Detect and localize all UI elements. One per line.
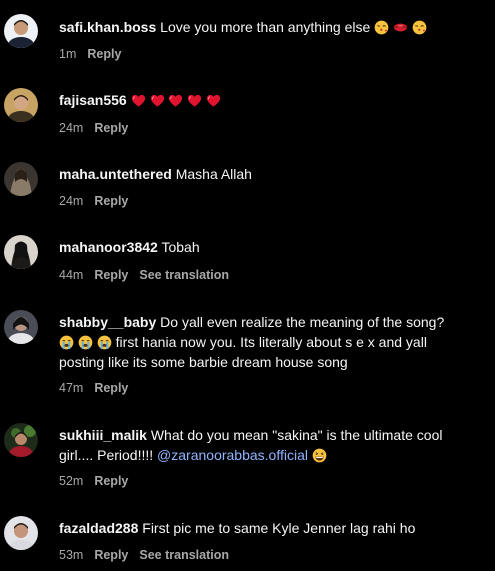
comment-text: Masha Allah bbox=[175, 166, 252, 182]
avatar[interactable] bbox=[4, 162, 38, 196]
crying-face-emoji bbox=[59, 335, 74, 350]
comment-username[interactable]: fazaldad288 bbox=[59, 520, 138, 536]
see-translation-button[interactable]: See translation bbox=[139, 268, 229, 282]
kissing-face-emoji bbox=[412, 20, 427, 35]
red-heart-emoji bbox=[131, 93, 146, 108]
crying-face-emoji bbox=[78, 335, 93, 350]
comment-text: Tobah bbox=[161, 239, 200, 255]
comment-timestamp: 44m bbox=[59, 268, 84, 282]
red-heart-emoji bbox=[206, 93, 221, 108]
mention-link[interactable]: @zaranoorabbas.official bbox=[157, 447, 308, 463]
comment-timestamp: 53m bbox=[59, 548, 84, 562]
comment-timestamp: 47m bbox=[59, 381, 84, 395]
kissing-face-emoji bbox=[374, 20, 389, 35]
reply-button[interactable]: Reply bbox=[94, 381, 128, 395]
comment-text-line: first hania now you. Its literally about… bbox=[115, 334, 427, 350]
reply-button[interactable]: Reply bbox=[94, 548, 128, 562]
reply-button[interactable]: Reply bbox=[94, 121, 128, 135]
comment-timestamp: 1m bbox=[59, 47, 77, 61]
comment-text-line: What do you mean "sakina" is the ultimat… bbox=[150, 427, 443, 443]
comment-username[interactable]: maha.untethered bbox=[59, 166, 172, 182]
avatar[interactable] bbox=[4, 310, 38, 344]
comment-text: Love you more than anything else bbox=[160, 19, 371, 35]
avatar[interactable] bbox=[4, 88, 38, 122]
comment-timestamp: 52m bbox=[59, 474, 84, 488]
comment-username[interactable]: shabby__baby bbox=[59, 314, 156, 330]
red-heart-emoji bbox=[187, 93, 202, 108]
comment-text-line: girl.... Period!!!! bbox=[59, 447, 154, 463]
reply-button[interactable]: Reply bbox=[87, 47, 121, 61]
red-heart-emoji bbox=[168, 93, 183, 108]
lips-emoji bbox=[393, 20, 408, 35]
comment-timestamp: 24m bbox=[59, 121, 84, 135]
avatar[interactable] bbox=[4, 516, 38, 550]
avatar[interactable] bbox=[4, 14, 38, 48]
reply-button[interactable]: Reply bbox=[94, 194, 128, 208]
comment-username[interactable]: safi.khan.boss bbox=[59, 19, 156, 35]
comment-username[interactable]: sukhiii_malik bbox=[59, 427, 147, 443]
comment-text: First pic me to same Kyle Jenner lag rah… bbox=[142, 520, 416, 536]
comment-timestamp: 24m bbox=[59, 194, 84, 208]
red-heart-emoji bbox=[150, 93, 165, 108]
crying-face-emoji bbox=[97, 335, 112, 350]
avatar[interactable] bbox=[4, 235, 38, 269]
avatar[interactable] bbox=[4, 423, 38, 457]
see-translation-button[interactable]: See translation bbox=[139, 548, 229, 562]
comment-text-line: posting like its some barbie dream house… bbox=[59, 354, 348, 370]
comment-text-line: Do yall even realize the meaning of the … bbox=[160, 314, 445, 330]
reply-button[interactable]: Reply bbox=[94, 474, 128, 488]
comment-username[interactable]: mahanoor3842 bbox=[59, 239, 158, 255]
reply-button[interactable]: Reply bbox=[94, 268, 128, 282]
grinning-squinting-face-emoji bbox=[312, 448, 327, 463]
comment-username[interactable]: fajisan556 bbox=[59, 92, 127, 108]
